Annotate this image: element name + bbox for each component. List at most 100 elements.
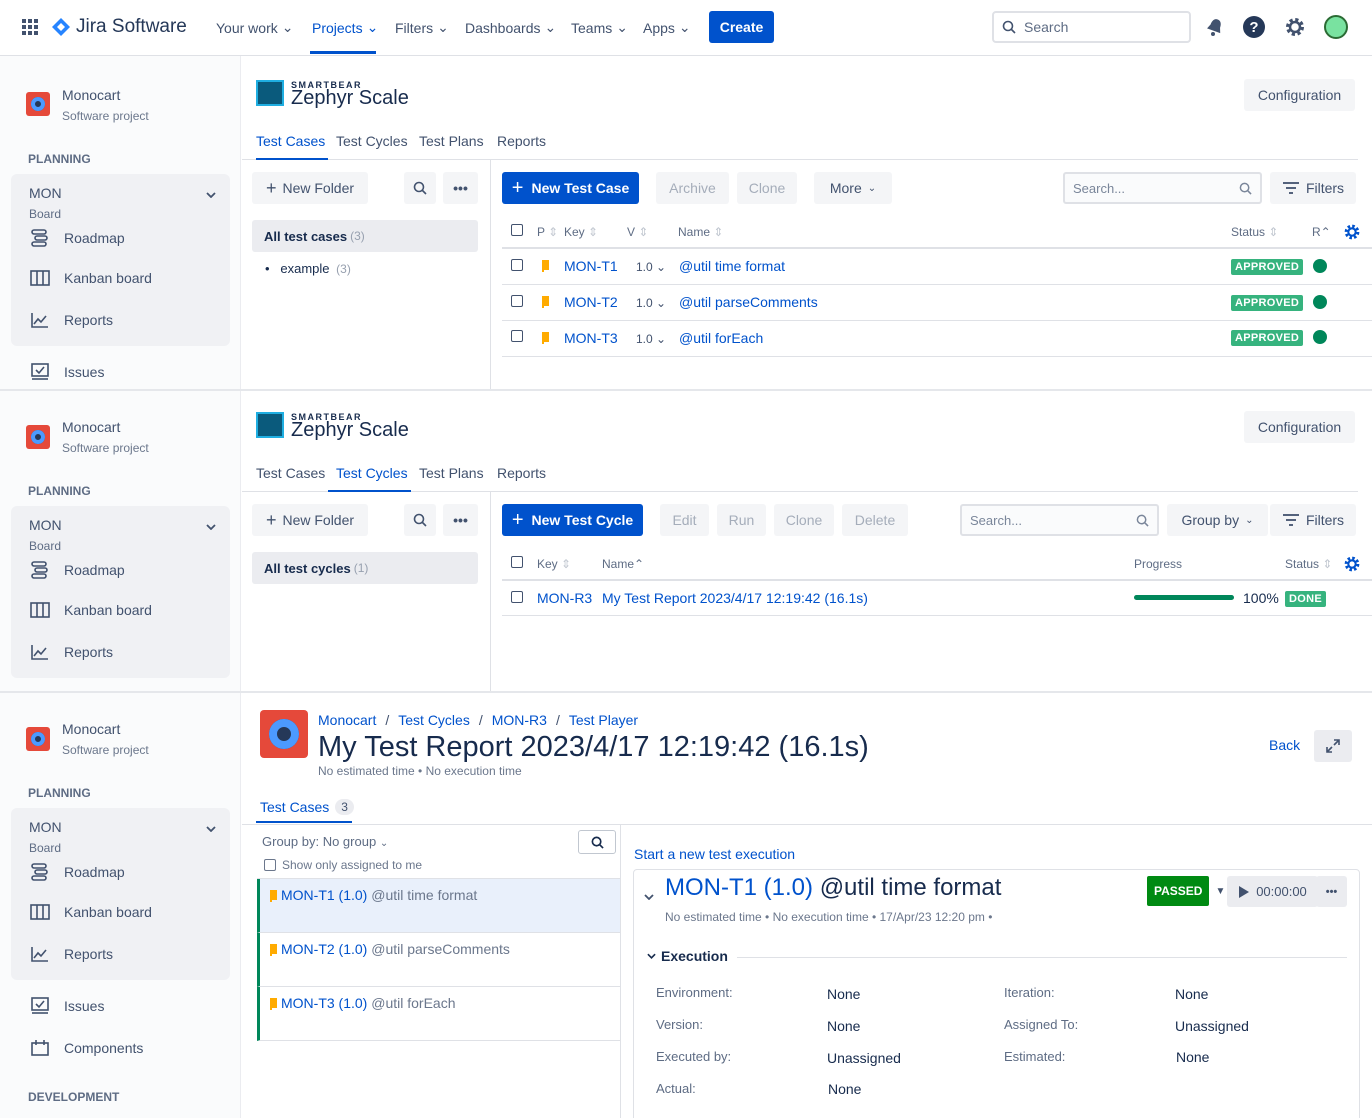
chevron-down-icon[interactable]: [206, 524, 216, 530]
timer-button[interactable]: 00:00:00: [1227, 876, 1318, 907]
test-cycle-search-input[interactable]: Search...: [960, 504, 1159, 536]
col-key[interactable]: Key ⇕: [564, 225, 598, 239]
tab-test-plans[interactable]: Test Plans: [419, 465, 484, 481]
select-all-checkbox[interactable]: [511, 224, 523, 236]
breadcrumb-test-player[interactable]: Test Player: [569, 712, 638, 728]
column-settings-icon[interactable]: [1343, 223, 1361, 241]
col-version[interactable]: V ⇕: [627, 225, 648, 239]
create-button[interactable]: Create: [709, 11, 774, 43]
sidebar-item-reports[interactable]: Reports: [30, 310, 113, 330]
board-name[interactable]: MON: [29, 185, 62, 201]
group-by-button[interactable]: Group by ⌄: [1167, 504, 1268, 536]
list-item[interactable]: MON-T1 (1.0) @util time format: [257, 879, 620, 933]
list-item[interactable]: MON-T3 (1.0) @util forEach: [257, 987, 620, 1041]
row-name[interactable]: @util parseComments: [679, 294, 818, 310]
collapse-chevron-icon[interactable]: [644, 894, 654, 900]
new-folder-button[interactable]: + New Folder: [252, 172, 368, 204]
sidebar-item-reports[interactable]: Reports: [30, 944, 113, 964]
show-only-assigned-checkbox[interactable]: Show only assigned to me: [264, 858, 422, 872]
tab-test-plans[interactable]: Test Plans: [419, 133, 484, 149]
edit-button[interactable]: Edit: [660, 504, 709, 536]
notifications-icon[interactable]: [1205, 17, 1225, 37]
nav-filters[interactable]: Filters ⌄: [395, 19, 449, 36]
field-value-assigned-to[interactable]: Unassigned: [1175, 1018, 1249, 1034]
tab-test-cases[interactable]: Test Cases: [256, 465, 325, 481]
execution-section-toggle[interactable]: Execution: [647, 948, 728, 964]
nav-projects[interactable]: Projects ⌄: [312, 19, 378, 36]
tab-reports[interactable]: Reports: [497, 133, 546, 149]
run-button[interactable]: Run: [717, 504, 766, 536]
archive-button[interactable]: Archive: [656, 172, 729, 204]
nav-your-work[interactable]: Your work ⌄: [216, 19, 293, 36]
nav-apps[interactable]: Apps ⌄: [643, 19, 691, 36]
row-version[interactable]: 1.0 ⌄: [636, 260, 666, 274]
back-link[interactable]: Back: [1269, 737, 1300, 753]
sidebar-item-issues[interactable]: Issues: [30, 362, 104, 382]
start-new-execution-link[interactable]: Start a new test execution: [634, 846, 795, 862]
folder-more-button[interactable]: •••: [443, 172, 478, 204]
jira-logo[interactable]: Jira Software: [52, 16, 187, 38]
row-key[interactable]: MON-R3: [537, 590, 592, 606]
col-name[interactable]: Name ⇕: [678, 225, 723, 239]
row-name[interactable]: @util forEach: [679, 330, 763, 346]
new-test-cycle-button[interactable]: + New Test Cycle: [502, 504, 643, 536]
list-search-button[interactable]: [578, 830, 616, 854]
field-value-executed-by[interactable]: Unassigned: [827, 1050, 901, 1066]
col-result[interactable]: R⌃: [1312, 225, 1331, 239]
col-status[interactable]: Status ⇕: [1285, 557, 1332, 571]
select-all-checkbox[interactable]: [511, 556, 523, 568]
all-test-cycles-folder[interactable]: All test cycles (1): [252, 552, 478, 584]
breadcrumb-test-cycles[interactable]: Test Cycles: [398, 712, 470, 728]
row-name[interactable]: My Test Report 2023/4/17 12:19:42 (16.1s…: [602, 590, 868, 606]
column-settings-icon[interactable]: [1343, 555, 1361, 573]
field-value-iteration[interactable]: None: [1175, 986, 1208, 1002]
sidebar-item-kanban[interactable]: Kanban board: [30, 268, 152, 288]
expand-button[interactable]: [1314, 730, 1352, 762]
test-case-search-input[interactable]: Search...: [1063, 172, 1262, 204]
tab-test-cycles[interactable]: Test Cycles: [336, 133, 408, 149]
field-value-estimated[interactable]: None: [1176, 1049, 1209, 1065]
row-checkbox[interactable]: [511, 330, 523, 342]
col-key[interactable]: Key ⇕: [537, 557, 571, 571]
row-version[interactable]: 1.0 ⌄: [636, 332, 666, 346]
sidebar-item-roadmap[interactable]: Roadmap: [30, 228, 125, 248]
avatar[interactable]: [1324, 15, 1348, 39]
tab-player-test-cases[interactable]: Test Cases 3: [260, 799, 354, 815]
col-progress[interactable]: Progress: [1134, 557, 1182, 571]
clone-button[interactable]: Clone: [774, 504, 834, 536]
folder-more-button[interactable]: •••: [443, 504, 478, 536]
status-select[interactable]: PASSED ▼: [1147, 876, 1225, 906]
filters-button[interactable]: Filters: [1270, 504, 1356, 536]
tab-reports[interactable]: Reports: [497, 465, 546, 481]
row-key[interactable]: MON-T3: [564, 330, 618, 346]
global-search-input[interactable]: Search: [992, 11, 1191, 43]
row-checkbox[interactable]: [511, 295, 523, 307]
folder-search-button[interactable]: [404, 504, 436, 536]
folder-search-button[interactable]: [404, 172, 436, 204]
delete-button[interactable]: Delete: [842, 504, 908, 536]
sidebar-item-components[interactable]: Components: [30, 1038, 143, 1058]
row-version[interactable]: 1.0 ⌄: [636, 296, 666, 310]
help-icon[interactable]: ?: [1243, 16, 1265, 38]
sidebar-item-issues[interactable]: Issues: [30, 996, 104, 1016]
app-switcher-icon[interactable]: [22, 19, 38, 35]
filters-button[interactable]: Filters: [1270, 172, 1356, 204]
sidebar-item-kanban[interactable]: Kanban board: [30, 902, 152, 922]
field-value-actual[interactable]: None: [828, 1081, 861, 1097]
field-value-environment[interactable]: None: [827, 986, 860, 1002]
row-checkbox[interactable]: [511, 591, 523, 603]
chevron-down-icon[interactable]: [206, 826, 216, 832]
sidebar-item-roadmap[interactable]: Roadmap: [30, 560, 125, 580]
nav-teams[interactable]: Teams ⌄: [571, 19, 628, 36]
more-button[interactable]: More ⌄: [814, 172, 892, 204]
all-test-cases-folder[interactable]: All test cases (3): [252, 220, 478, 252]
breadcrumb-monocart[interactable]: Monocart: [318, 712, 376, 728]
project-name[interactable]: Monocart: [62, 87, 120, 103]
folder-example[interactable]: • example (3): [265, 261, 351, 276]
sidebar-item-roadmap[interactable]: Roadmap: [30, 862, 125, 882]
list-item[interactable]: MON-T2 (1.0) @util parseComments: [257, 933, 620, 987]
new-test-case-button[interactable]: + New Test Case: [502, 172, 639, 204]
configuration-button[interactable]: Configuration: [1244, 79, 1355, 111]
col-priority[interactable]: P ⇕: [537, 225, 558, 239]
row-key[interactable]: MON-T2: [564, 294, 618, 310]
